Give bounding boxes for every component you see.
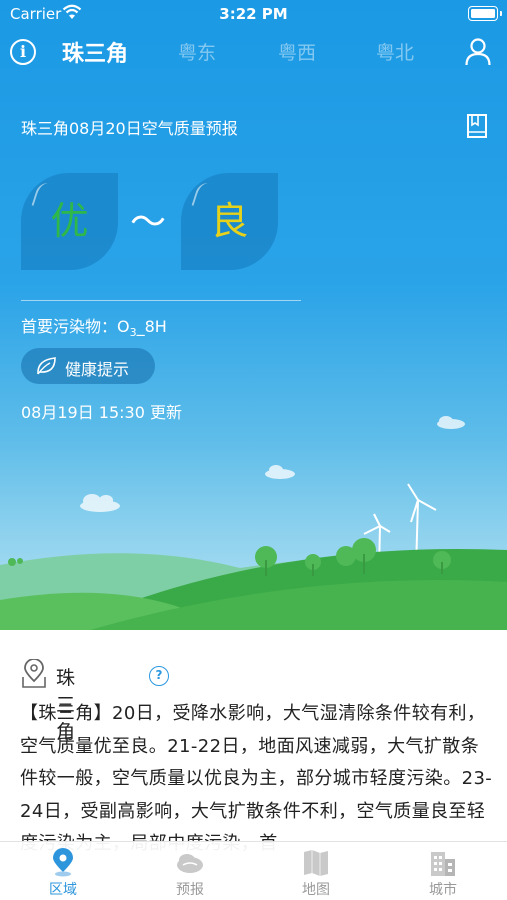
- tab-pearl-river-delta[interactable]: 珠三角: [62, 36, 128, 68]
- tab-map-label: 地图: [302, 882, 330, 898]
- book-icon[interactable]: [466, 113, 488, 143]
- aq-level-to-card: 良: [181, 173, 278, 270]
- cloud-icon: [175, 848, 205, 878]
- tab-forecast-label: 预报: [176, 882, 204, 898]
- leaf-icon: [35, 356, 57, 380]
- folded-map-icon: [301, 848, 331, 878]
- landscape-illustration: [0, 416, 507, 630]
- buildings-icon: [428, 848, 458, 878]
- aq-level-from-card: 优: [21, 173, 118, 270]
- level-separator: ～: [129, 202, 166, 243]
- info-icon[interactable]: i: [10, 39, 36, 65]
- tab-map[interactable]: 地图: [253, 842, 379, 900]
- clock: 3:22 PM: [219, 5, 288, 23]
- health-tips-label: 健康提示: [65, 360, 130, 379]
- region-description: 【珠三角】20日，受降水影响，大气湿清除条件较有利，空气质量优至良。21-22日…: [20, 703, 493, 854]
- pollutant-subscript: 3: [129, 326, 137, 340]
- tab-city[interactable]: 城市: [380, 842, 506, 900]
- bottom-tab-bar: 区域 预报 地图 城市: [0, 841, 507, 900]
- map-pin-icon: [48, 848, 78, 878]
- tab-forecast[interactable]: 预报: [127, 842, 253, 900]
- tab-west[interactable]: 粤西: [278, 38, 316, 65]
- tab-north[interactable]: 粤北: [376, 38, 414, 65]
- health-tips-button[interactable]: 健康提示: [21, 348, 155, 384]
- pollutant-label: 首要污染物：: [21, 317, 118, 336]
- divider: [21, 300, 301, 301]
- aq-level-from: 优: [50, 199, 89, 243]
- user-icon[interactable]: [465, 38, 491, 70]
- aq-level-to: 良: [210, 199, 249, 243]
- hero-panel: Carrier 3:22 PM i 珠三角 粤东 粤西 粤北 珠三角08月20日…: [0, 0, 507, 630]
- forecast-title: 珠三角08月20日空气质量预报: [21, 119, 238, 138]
- tab-region[interactable]: 区域: [0, 842, 126, 900]
- region-nav: i 珠三角 粤东 粤西 粤北: [0, 34, 507, 74]
- help-icon[interactable]: ?: [149, 666, 169, 686]
- tab-east[interactable]: 粤东: [178, 38, 216, 65]
- tab-city-label: 城市: [429, 882, 457, 898]
- status-bar: Carrier 3:22 PM: [0, 0, 507, 28]
- battery-icon: [468, 6, 502, 21]
- pollutant-suffix: _8H: [136, 317, 167, 336]
- tab-region-label: 区域: [49, 882, 77, 898]
- location-pin-icon: [20, 658, 48, 693]
- primary-pollutant: 首要污染物：O3_8H: [21, 313, 167, 339]
- pollutant-main: O: [117, 317, 130, 336]
